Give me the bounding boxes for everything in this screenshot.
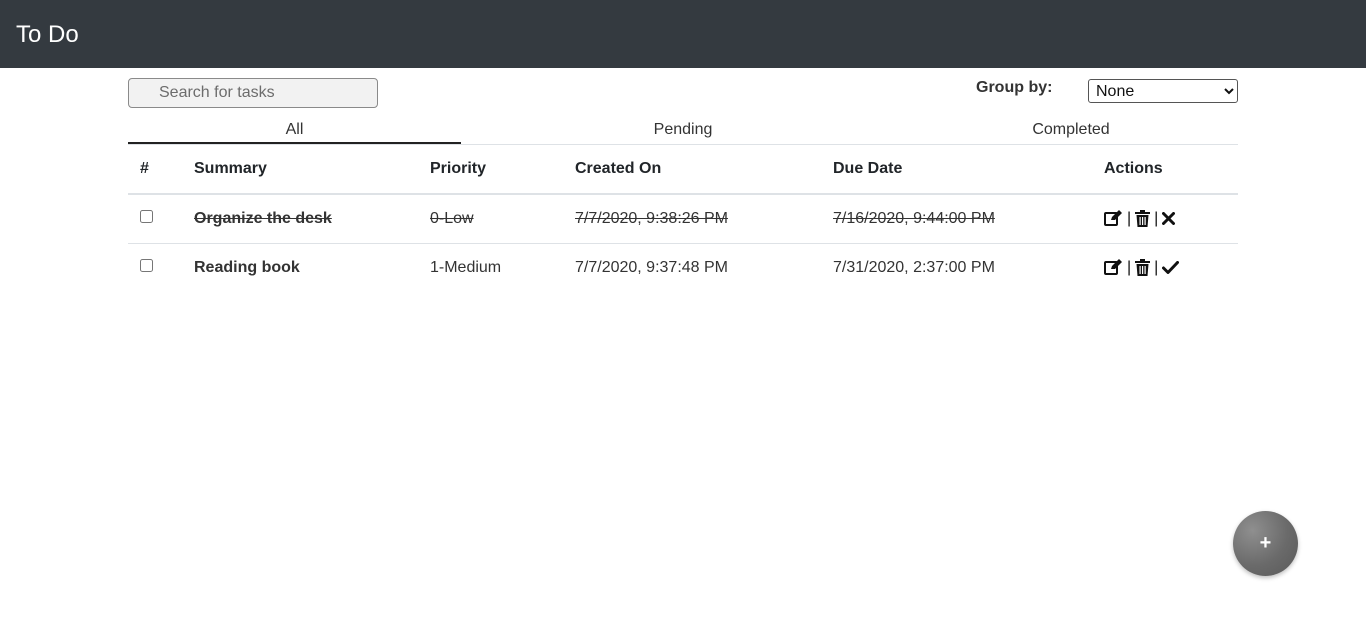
task-due-date: 7/16/2020, 9:44:00 PM <box>821 194 1092 244</box>
row-checkbox[interactable] <box>140 209 153 223</box>
tab-pending[interactable]: Pending <box>488 118 878 144</box>
table-row: Reading book 1-Medium 7/7/2020, 9:37:48 … <box>128 243 1238 292</box>
action-separator: | <box>1127 258 1132 276</box>
tab-completed[interactable]: Completed <box>888 118 1254 144</box>
group-by-label: Group by: <box>976 79 1053 96</box>
task-actions: | | <box>1092 194 1238 244</box>
column-header-due-date: Due Date <box>821 145 1092 195</box>
app-title: To Do <box>16 21 79 48</box>
column-header-created-on: Created On <box>563 145 821 195</box>
action-separator: | <box>1154 258 1159 276</box>
add-task-button[interactable]: + <box>1233 511 1298 576</box>
check-icon[interactable] <box>1162 261 1180 275</box>
row-checkbox[interactable] <box>140 258 153 272</box>
tab-all[interactable]: All <box>128 118 461 144</box>
action-separator: | <box>1154 209 1159 227</box>
task-due-date: 7/31/2020, 2:37:00 PM <box>833 258 995 276</box>
task-priority: 0-Low <box>418 194 563 244</box>
task-summary: Reading book <box>194 258 300 276</box>
top-navbar: To Do <box>0 0 1366 68</box>
column-header-priority: Priority <box>418 145 563 195</box>
x-icon[interactable] <box>1162 212 1176 226</box>
task-created-on: 7/7/2020, 9:37:48 PM <box>575 258 728 276</box>
table-row: Organize the desk 0-Low 7/7/2020, 9:38:2… <box>128 194 1238 244</box>
search-input[interactable] <box>128 78 378 108</box>
task-created-on: 7/7/2020, 9:38:26 PM <box>563 194 821 244</box>
column-header-summary: Summary <box>182 145 418 195</box>
column-header-actions: Actions <box>1092 145 1238 195</box>
edit-icon[interactable] <box>1104 210 1123 227</box>
action-separator: | <box>1127 209 1132 227</box>
trash-icon[interactable] <box>1135 259 1151 277</box>
edit-icon[interactable] <box>1104 259 1123 276</box>
tasks-table: # Summary Priority Created On Due Date A… <box>128 145 1238 292</box>
task-priority: 1-Medium <box>430 258 502 276</box>
task-summary: Organize the desk <box>182 194 418 244</box>
column-header-number: # <box>128 145 182 195</box>
table-header-row: # Summary Priority Created On Due Date A… <box>128 145 1238 195</box>
group-by-select[interactable]: None <box>1088 79 1238 103</box>
task-actions: | | <box>1092 243 1238 292</box>
status-tabs: All Pending Completed <box>128 118 1238 145</box>
trash-icon[interactable] <box>1135 210 1151 228</box>
row-select-cell <box>128 243 182 292</box>
row-select-cell <box>128 194 182 244</box>
